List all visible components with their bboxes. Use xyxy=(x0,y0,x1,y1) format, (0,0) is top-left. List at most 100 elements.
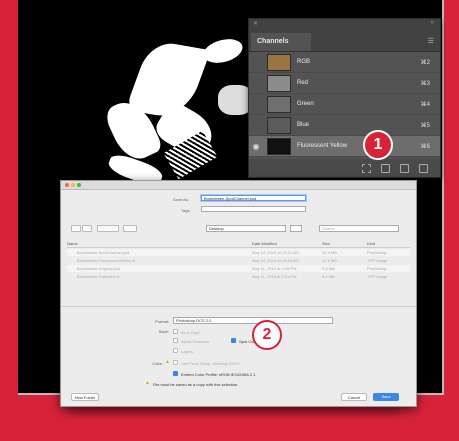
channel-name: Red xyxy=(297,80,309,86)
channel-name: RGB xyxy=(297,59,311,65)
format-popup[interactable]: Photoshop DCS 2.0 xyxy=(173,317,333,324)
close-window-icon[interactable] xyxy=(65,183,69,187)
channel-thumbnail xyxy=(267,53,291,71)
channel-row[interactable]: ◉ Fluorescent Yellow ⌘6 xyxy=(249,136,440,157)
panel-titlebar: ✕ » xyxy=(249,19,440,29)
eye-icon[interactable]: ◉ xyxy=(249,142,263,151)
file-kind: TIFF image xyxy=(367,258,388,263)
channel-row[interactable]: Green ⌘4 xyxy=(249,94,440,115)
file-name: Bumblebee-Flattened.tif xyxy=(77,274,120,279)
file-name: Bumblebee-FluorescentYellow.tif xyxy=(77,258,135,263)
as-copy-label: As a Copy xyxy=(181,330,200,335)
save-dialog: Save As: Bumblebee-SpotChannel.psd Tags:… xyxy=(60,180,417,407)
channel-thumbnail xyxy=(267,74,291,92)
channel-row[interactable]: Red ⌘3 xyxy=(249,73,440,94)
file-date: May 12, 2019 at 10:18 AM xyxy=(252,258,299,263)
alpha-channels-label: Alpha Channels xyxy=(181,339,210,344)
file-size: 12.1 MB xyxy=(322,258,337,263)
as-copy-checkbox[interactable] xyxy=(173,329,178,334)
arrange-button[interactable] xyxy=(123,225,137,232)
expand-button[interactable] xyxy=(290,225,302,232)
proof-setup-checkbox[interactable] xyxy=(173,360,178,365)
channel-row[interactable]: Blue ⌘5 xyxy=(249,115,440,136)
color-label: Color: xyxy=(152,361,163,366)
tags-label: Tags: xyxy=(181,208,191,213)
save-as-field[interactable]: Bumblebee-SpotChannel.psd xyxy=(201,195,306,201)
embed-profile-checkbox[interactable] xyxy=(173,371,178,376)
layers-checkbox[interactable] xyxy=(173,348,178,353)
channel-thumbnail xyxy=(267,137,291,155)
channel-thumbnail xyxy=(267,95,291,113)
channel-thumbnail xyxy=(267,116,291,134)
new-channel-icon[interactable] xyxy=(400,163,409,173)
spot-shape-top xyxy=(200,35,246,67)
zoom-window-icon[interactable] xyxy=(77,183,81,187)
channel-name: Blue xyxy=(297,122,310,128)
spot-colors-checkbox[interactable] xyxy=(231,338,236,343)
new-folder-button[interactable]: New Folder xyxy=(71,393,99,401)
warning-text: File must be saved as a copy with this s… xyxy=(153,382,239,387)
save-selection-icon[interactable] xyxy=(381,163,390,173)
channel-shortcut: ⌘2 xyxy=(420,59,430,66)
file-kind: Photoshop xyxy=(367,266,387,271)
file-size: 8.4 MB xyxy=(322,274,335,279)
file-date: May 12, 2019 at 10:22 AM xyxy=(252,250,299,255)
tags-field[interactable] xyxy=(201,206,306,212)
panel-menu-icon[interactable]: ☰ xyxy=(428,37,434,45)
format-label: Format: xyxy=(155,319,169,324)
search-field[interactable]: Search xyxy=(319,225,399,232)
save-as-label: Save As: xyxy=(173,197,189,202)
load-selection-icon[interactable] xyxy=(362,163,371,173)
callout-2: 2 xyxy=(252,320,282,350)
save-button[interactable]: Save xyxy=(373,393,399,401)
file-size: 16.3 MB xyxy=(322,250,337,255)
location-popup[interactable]: Desktop xyxy=(206,225,286,232)
file-row[interactable]: Bumblebee-SpotChannel.psd May 12, 2019 at… xyxy=(67,249,410,256)
layers-label: Layers xyxy=(181,349,194,354)
channel-name: Green xyxy=(297,101,314,107)
channel-list: RGB ⌘2 Red ⌘3 Green ⌘4 Blue ⌘5 ◉ Fluorescent Yell… xyxy=(249,52,440,157)
forward-button[interactable] xyxy=(82,225,92,232)
channel-shortcut: ⌘3 xyxy=(420,80,430,87)
file-kind: TIFF image xyxy=(367,274,388,279)
file-row[interactable]: Bumblebee-Original.psd May 11, 2019 at 4:… xyxy=(67,265,410,272)
channel-shortcut: ⌘5 xyxy=(420,122,430,129)
options-divider xyxy=(61,306,416,307)
column-size[interactable]: Size xyxy=(322,241,330,246)
collapse-icon[interactable]: » xyxy=(431,20,434,26)
channel-row[interactable]: RGB ⌘2 xyxy=(249,52,440,73)
tab-channels[interactable]: Channels xyxy=(251,33,311,51)
alpha-channels-checkbox[interactable] xyxy=(173,338,178,343)
save-options-label: Save: xyxy=(158,329,169,334)
embed-profile-label: Embed Color Profile: sRGB IEC61966-2.1 xyxy=(181,372,256,377)
back-button[interactable] xyxy=(71,225,81,232)
file-date: May 11, 2019 at 3:51 PM xyxy=(252,274,297,279)
warning-icon: ▲ xyxy=(145,380,150,386)
trash-icon[interactable] xyxy=(419,163,428,173)
channel-shortcut: ⌘6 xyxy=(420,143,430,150)
file-row[interactable]: Bumblebee-Flattened.tif May 11, 2019 at 3… xyxy=(67,273,410,280)
column-kind[interactable]: Kind xyxy=(367,241,375,246)
panel-tab-row: Channels ☰ xyxy=(249,29,440,52)
channel-name: Fluorescent Yellow xyxy=(297,143,348,149)
column-date[interactable]: Date Modified xyxy=(252,241,277,246)
proof-setup-label: Use Proof Setup: Working CMYK xyxy=(181,361,240,366)
channels-panel: ✕ » Channels ☰ RGB ⌘2 Red ⌘3 Green ⌘4 Blue ⌘5 ◉ F… xyxy=(248,18,441,178)
file-size: 9.8 MB xyxy=(322,266,335,271)
file-name: Bumblebee-Original.psd xyxy=(77,266,120,271)
file-date: May 11, 2019 at 4:05 PM xyxy=(252,266,297,271)
file-kind: Photoshop xyxy=(367,250,387,255)
panel-footer xyxy=(249,159,440,177)
column-name[interactable]: Name xyxy=(67,241,78,246)
minimize-window-icon[interactable] xyxy=(71,183,75,187)
file-row[interactable]: Bumblebee-FluorescentYellow.tif May 12, 2… xyxy=(67,257,410,264)
channel-shortcut: ⌘4 xyxy=(420,101,430,108)
file-list-header: Name Date Modified Size Kind xyxy=(67,241,410,248)
search-placeholder: Search xyxy=(322,226,335,231)
file-name: Bumblebee-SpotChannel.psd xyxy=(77,250,130,255)
close-icon[interactable]: ✕ xyxy=(253,20,258,27)
warning-icon: ▲ xyxy=(165,359,170,365)
dialog-titlebar xyxy=(61,181,416,190)
view-mode-button[interactable] xyxy=(97,225,119,232)
cancel-button[interactable]: Cancel xyxy=(341,393,367,401)
